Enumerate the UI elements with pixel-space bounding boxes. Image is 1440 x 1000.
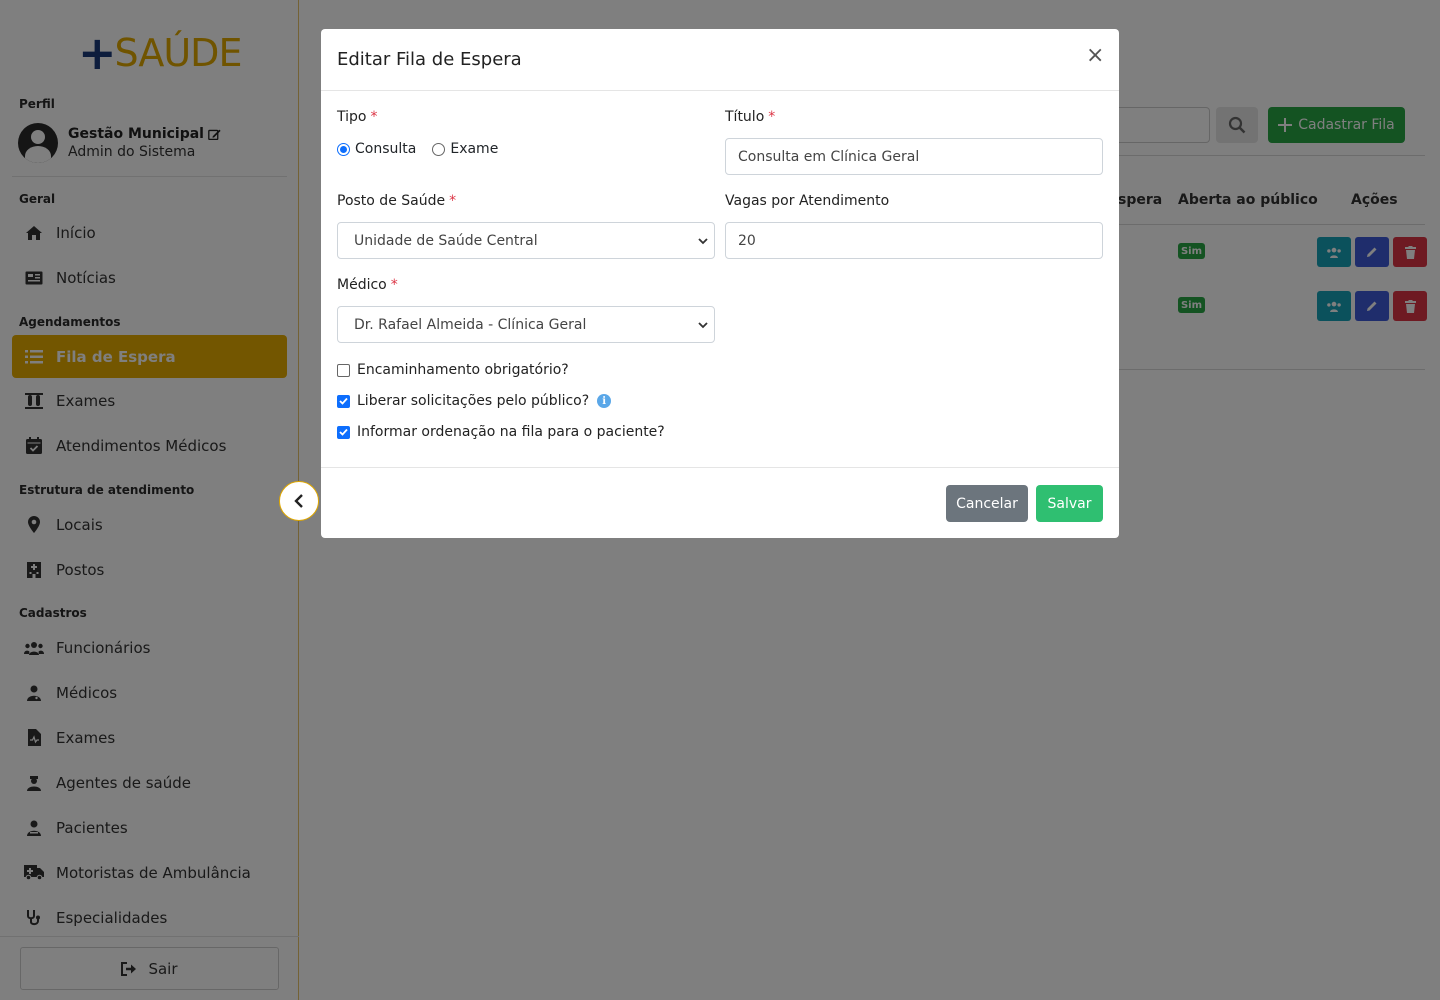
close-button[interactable]: × — [1086, 45, 1104, 67]
checkbox-liberar-solicitacoes[interactable]: Liberar solicitações pelo público? i — [337, 393, 612, 409]
tipo-radio-group: Consulta Exame — [337, 141, 498, 157]
info-icon[interactable]: i — [597, 394, 612, 408]
medico-label: Médico * — [337, 277, 398, 293]
checkbox-box[interactable] — [337, 363, 350, 377]
tipo-label: Tipo * — [337, 109, 377, 125]
required-mark: * — [390, 277, 398, 293]
modal-header: Editar Fila de Espera — [321, 29, 1119, 91]
cancel-button[interactable]: Cancelar — [946, 485, 1028, 522]
required-mark: * — [768, 109, 776, 125]
edit-queue-modal: Editar Fila de Espera × Tipo * Consulta E… — [321, 29, 1119, 538]
titulo-input[interactable]: Consulta em Clínica Geral — [725, 138, 1103, 175]
posto-select-value: Unidade de Saúde Central — [354, 232, 538, 249]
checkbox-informar-ordenacao[interactable]: Informar ordenação na fila para o pacien… — [337, 424, 665, 440]
posto-label-text: Posto de Saúde — [337, 193, 446, 209]
posto-label: Posto de Saúde * — [337, 193, 456, 209]
titulo-label: Título * — [725, 109, 775, 125]
required-mark: * — [449, 193, 457, 209]
check-icon — [339, 397, 348, 405]
checkbox-box[interactable] — [337, 425, 350, 439]
required-mark: * — [370, 109, 378, 125]
titulo-label-text: Título — [725, 109, 765, 125]
chevron-left-icon — [294, 494, 303, 508]
radio-exame-label[interactable]: Exame — [450, 141, 498, 157]
sidebar-collapse-button[interactable] — [279, 481, 319, 521]
radio-exame[interactable] — [432, 142, 446, 156]
checkbox-label: Liberar solicitações pelo público? — [357, 393, 590, 409]
check-icon — [339, 428, 348, 436]
posto-select[interactable]: Unidade de Saúde Central — [337, 222, 715, 259]
tipo-label-text: Tipo — [337, 109, 367, 125]
chevron-down-icon — [698, 322, 708, 329]
radio-consulta-label[interactable]: Consulta — [355, 141, 416, 157]
save-button[interactable]: Salvar — [1036, 485, 1103, 522]
checkbox-label: Encaminhamento obrigatório? — [357, 362, 569, 378]
checkbox-box[interactable] — [337, 394, 350, 408]
modal-footer-divider — [321, 467, 1119, 468]
modal-title: Editar Fila de Espera — [337, 49, 522, 70]
vagas-label: Vagas por Atendimento — [725, 193, 890, 209]
checkbox-label: Informar ordenação na fila para o pacien… — [357, 424, 665, 440]
radio-consulta[interactable] — [337, 142, 350, 156]
checkbox-encaminhamento[interactable]: Encaminhamento obrigatório? — [337, 362, 569, 378]
chevron-down-icon — [698, 238, 708, 245]
medico-select-value: Dr. Rafael Almeida - Clínica Geral — [354, 316, 587, 333]
vagas-input[interactable]: 20 — [725, 222, 1103, 259]
medico-select[interactable]: Dr. Rafael Almeida - Clínica Geral — [337, 306, 715, 343]
medico-label-text: Médico — [337, 277, 387, 293]
